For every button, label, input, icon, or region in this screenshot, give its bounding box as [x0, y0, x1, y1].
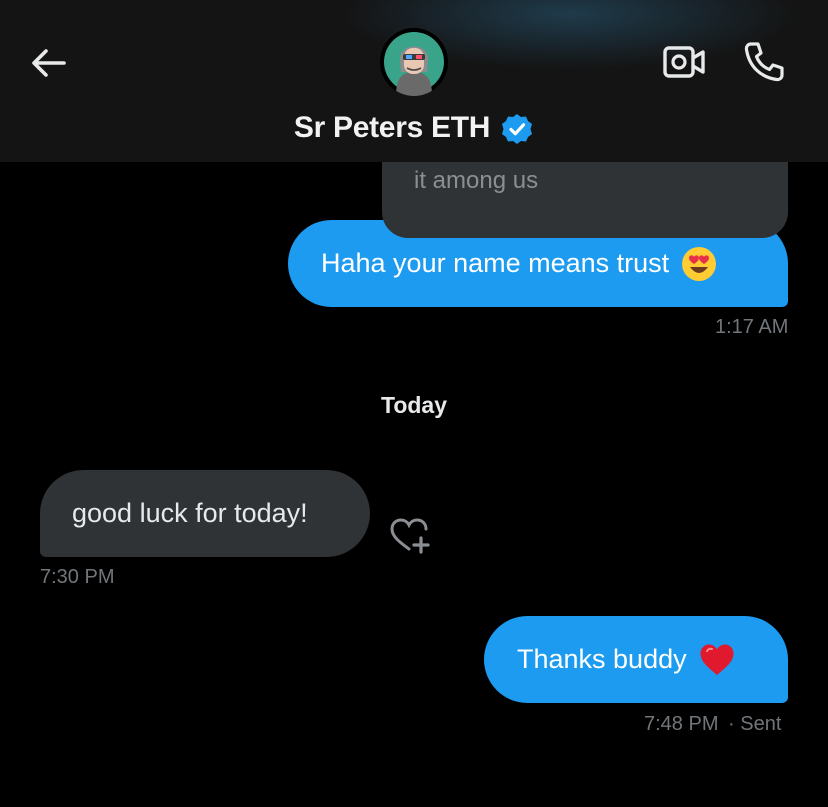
- phone-call-icon: [744, 42, 784, 82]
- back-arrow-icon: [32, 49, 66, 77]
- verified-badge-icon: [502, 114, 533, 144]
- add-reaction-button[interactable]: [389, 516, 433, 556]
- message-text: it among us: [414, 167, 539, 194]
- message-text: Haha your name means trust: [321, 248, 670, 278]
- message-timestamp: 1:17 AM: [715, 316, 789, 338]
- heart-eyes-emoji: [682, 246, 717, 281]
- message-timestamp: 7:48 PM: [644, 713, 719, 735]
- message-timestamp-row: 7:48 PM · Sent: [644, 713, 781, 736]
- chat-header: Sr Peters ETH: [0, 0, 828, 162]
- avatar[interactable]: [380, 28, 448, 96]
- contact-title-row[interactable]: Sr Peters ETH: [0, 106, 828, 150]
- message-timestamp: 7:30 PM: [40, 566, 115, 588]
- video-call-icon: [663, 46, 705, 78]
- message-text: Thanks buddy: [517, 644, 687, 674]
- red-heart-emoji: [700, 644, 734, 675]
- contact-name: Sr Peters ETH: [293, 111, 491, 144]
- day-divider: Today: [380, 392, 448, 418]
- avatar-image: [380, 28, 448, 96]
- back-button[interactable]: [26, 40, 72, 86]
- message-status: · Sent: [728, 713, 782, 735]
- message-text: good luck for today!: [72, 498, 308, 528]
- message-bubble-incoming[interactable]: good luck for today!: [40, 470, 370, 557]
- message-bubble-outgoing[interactable]: Thanks buddy: [484, 616, 788, 703]
- phone-call-button[interactable]: [742, 40, 786, 84]
- video-call-button[interactable]: [662, 42, 706, 82]
- add-reaction-icon: [390, 518, 430, 554]
